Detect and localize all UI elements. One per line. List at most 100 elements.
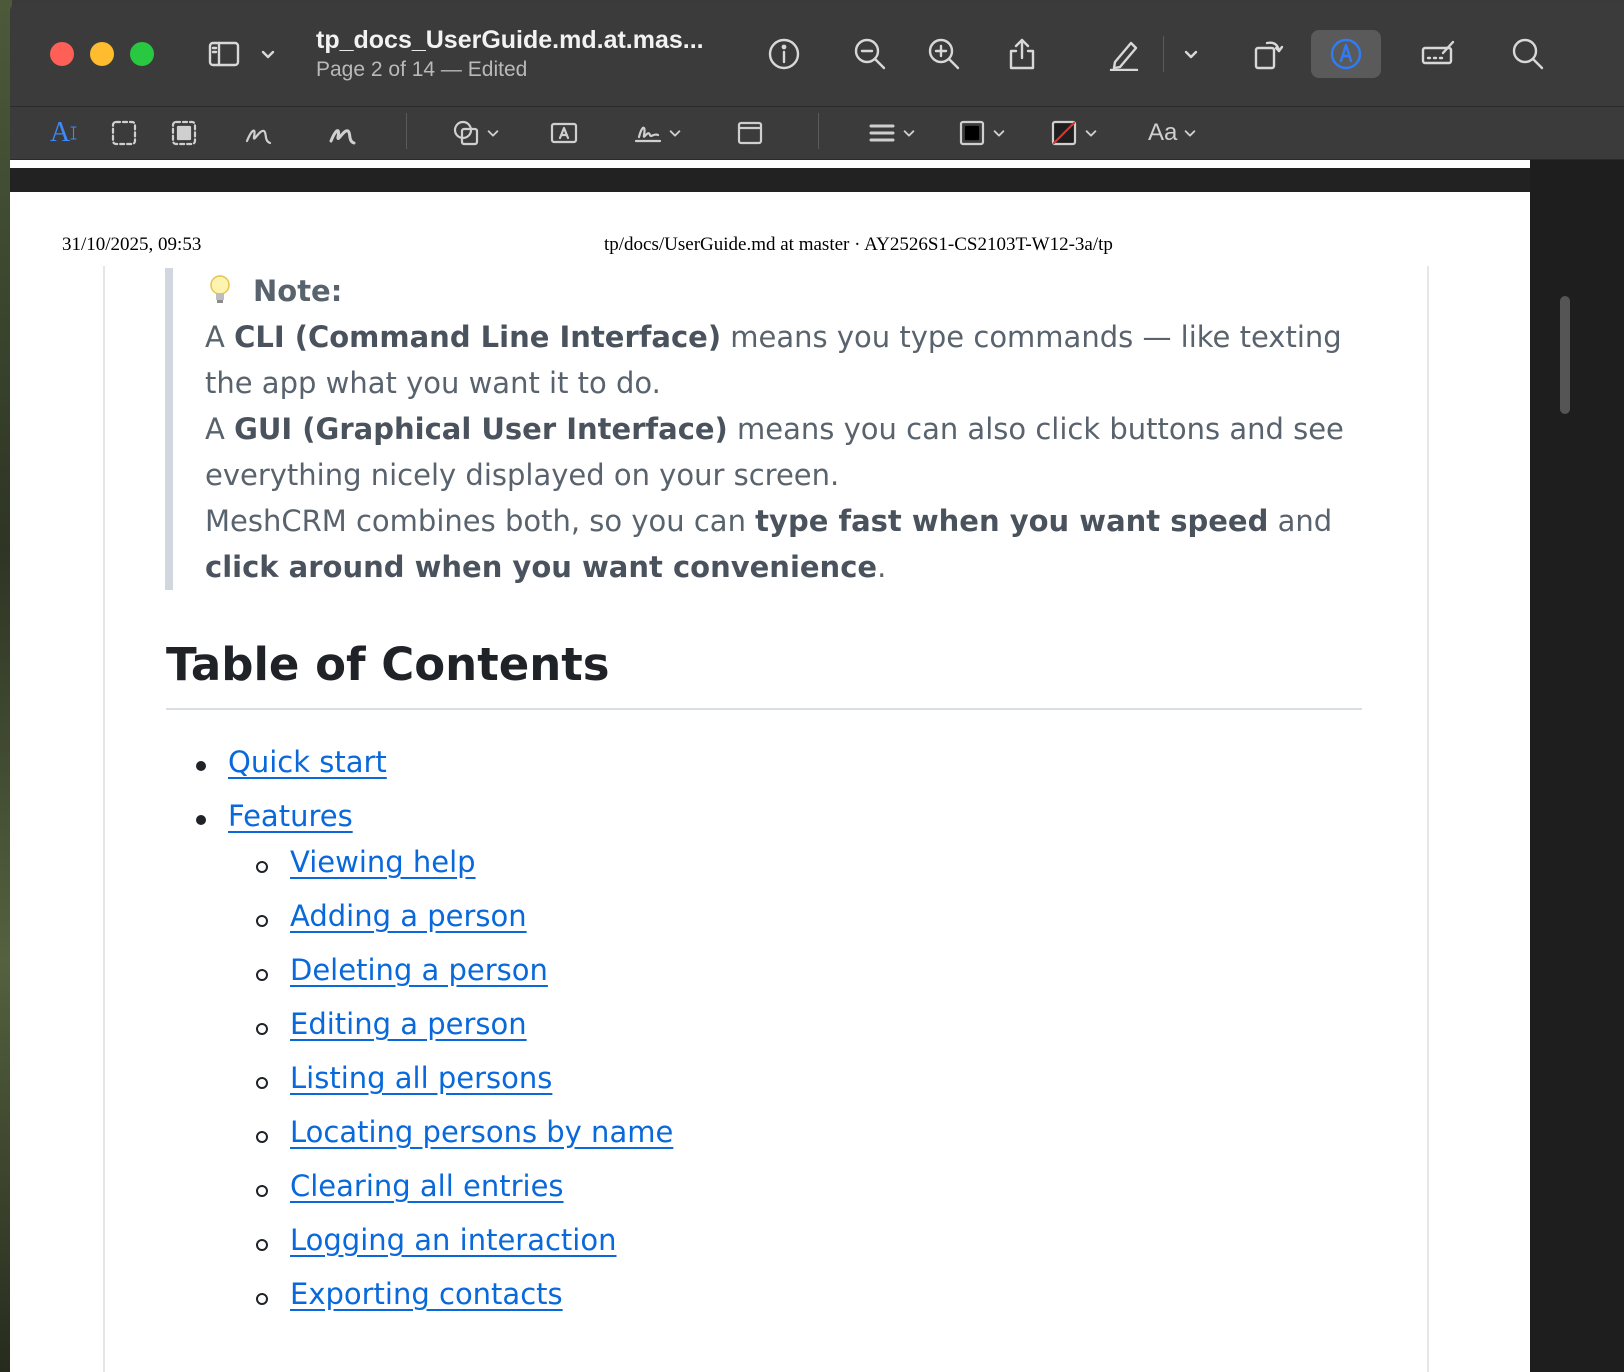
fill-color-button[interactable]: [1050, 115, 1098, 151]
search-icon: [1512, 38, 1544, 70]
form-fill-button[interactable]: [1414, 30, 1462, 78]
border-color-icon: [959, 120, 985, 146]
scrollbar-thumb[interactable]: [1560, 296, 1570, 414]
chevron-down-icon: [669, 130, 681, 137]
chevron-down-icon: [487, 130, 499, 137]
markup-icon: [1330, 38, 1362, 70]
note-icon: [737, 121, 763, 145]
rotate-icon: [1254, 41, 1284, 70]
toc-bullet: [196, 761, 206, 771]
toc-bullet: [196, 815, 206, 825]
note-button[interactable]: [736, 115, 764, 151]
pdf-page: 31/10/2025, 09:53 tp/docs/UserGuide.md a…: [10, 192, 1530, 1372]
toolbar-divider: [406, 113, 407, 149]
highlight-options-button[interactable]: [1167, 30, 1215, 78]
toc-link-editing-a-person[interactable]: Editing a person: [290, 1007, 527, 1041]
line-style-icon: [869, 124, 895, 142]
highlight-icon: [1109, 41, 1139, 71]
draw-icon: [329, 129, 356, 145]
toc-link-deleting-a-person[interactable]: Deleting a person: [290, 953, 548, 987]
rectangular-selection-tool[interactable]: [110, 115, 138, 151]
zoom-in-button[interactable]: [920, 30, 968, 78]
sign-button[interactable]: [634, 115, 682, 151]
document-subtitle: Page 2 of 14 — Edited: [316, 58, 528, 81]
text-style-button[interactable]: Aa: [1148, 115, 1197, 151]
print-header-date: 31/10/2025, 09:53: [62, 234, 202, 255]
toc-link-viewing-help[interactable]: Viewing help: [290, 845, 476, 879]
toc-link-features[interactable]: Features: [228, 799, 353, 833]
zoom-out-icon: [854, 38, 886, 70]
lightbulb-icon: [210, 275, 230, 303]
fill-color-icon: [1051, 120, 1077, 146]
toolbar-divider: [818, 113, 819, 149]
chevron-down-icon: [1085, 130, 1097, 137]
zoom-window-button[interactable]: [130, 42, 154, 66]
border-color-button[interactable]: [958, 115, 1006, 151]
toc-heading: Table of Contents: [166, 638, 610, 691]
sketch-icon: [245, 129, 272, 145]
text-style-label: Aa: [1148, 119, 1178, 146]
text-selection-tool[interactable]: A: [50, 115, 84, 151]
note-paragraph-meshcrm: MeshCRM combines both, so you can type f…: [205, 504, 1333, 584]
chevron-down-icon: [903, 130, 915, 137]
toc-sub-bullet: [256, 1185, 268, 1197]
toc-link-locating-persons-by-name[interactable]: Locating persons by name: [290, 1115, 673, 1149]
text-selection-icon: A: [50, 117, 71, 148]
sidebar-icon: [208, 41, 240, 67]
note-paragraph-gui: A GUI (Graphical User Interface) means y…: [205, 412, 1344, 492]
search-button[interactable]: [1504, 30, 1552, 78]
chevron-down-icon: [1185, 130, 1196, 137]
toc-link-exporting-contacts[interactable]: Exporting contacts: [290, 1277, 563, 1311]
shape-style-button[interactable]: [868, 115, 916, 151]
zoom-in-icon: [928, 38, 960, 70]
preview-window: tp_docs_UserGuide.md.at.mas... Page 2 of…: [10, 2, 1624, 1372]
minimize-window-button[interactable]: [90, 42, 114, 66]
highlight-button[interactable]: [1100, 30, 1148, 78]
draw-tool[interactable]: [328, 115, 356, 151]
toolbar-divider: [1163, 36, 1164, 72]
rotate-button[interactable]: [1244, 30, 1292, 78]
toc-sub-bullet: [256, 1239, 268, 1251]
toc-sub-bullet: [256, 1023, 268, 1035]
info-button[interactable]: [760, 30, 808, 78]
previous-page-edge: [10, 160, 1530, 168]
toc-link-logging-an-interaction[interactable]: Logging an interaction: [290, 1223, 616, 1257]
note-paragraph-cli: A CLI (Command Line Interface) means you…: [205, 320, 1342, 400]
heading-rule: [166, 708, 1362, 710]
close-window-button[interactable]: [50, 42, 74, 66]
smart-lasso-tool[interactable]: [170, 115, 198, 151]
toc-link-clearing-all-entries[interactable]: Clearing all entries: [290, 1169, 564, 1203]
text-cursor-icon: [70, 126, 77, 140]
rect-selection-icon: [111, 120, 137, 146]
instant-alpha-icon: [171, 120, 197, 146]
toc-sub-bullet: [256, 969, 268, 981]
sketch-tool[interactable]: [244, 115, 272, 151]
chevron-down-icon: [1184, 50, 1198, 59]
markup-button[interactable]: [1311, 30, 1381, 78]
note-heading: Note:: [205, 268, 1345, 314]
text-box-icon: [550, 122, 578, 144]
shapes-button[interactable]: [452, 115, 500, 151]
signature-icon: [634, 126, 662, 143]
form-fill-icon: [1421, 40, 1455, 65]
toc-sub-bullet: [256, 861, 268, 873]
note-heading-text: Note:: [253, 274, 343, 308]
markup-toolbar: A Aa: [10, 107, 1624, 160]
toc-link-listing-all-persons[interactable]: Listing all persons: [290, 1061, 552, 1095]
toc-link-adding-a-person[interactable]: Adding a person: [290, 899, 527, 933]
document-title: tp_docs_UserGuide.md.at.mas...: [316, 26, 704, 54]
scrollbar-track: [1530, 160, 1624, 1372]
share-icon: [1009, 38, 1035, 70]
toc-sub-bullet: [256, 1293, 268, 1305]
print-header-title: tp/docs/UserGuide.md at master · AY2526S…: [604, 234, 1113, 255]
sidebar-toggle-button[interactable]: [200, 30, 248, 78]
title-bar: tp_docs_UserGuide.md.at.mas... Page 2 of…: [10, 2, 1624, 107]
zoom-out-button[interactable]: [846, 30, 894, 78]
share-button[interactable]: [998, 30, 1046, 78]
sidebar-options-button[interactable]: [244, 30, 292, 78]
chevron-down-icon: [993, 130, 1005, 137]
toc-sub-bullet: [256, 1131, 268, 1143]
text-box-button[interactable]: [550, 115, 578, 151]
toc-link-quick-start[interactable]: Quick start: [228, 745, 387, 779]
shapes-icon: [453, 120, 479, 146]
